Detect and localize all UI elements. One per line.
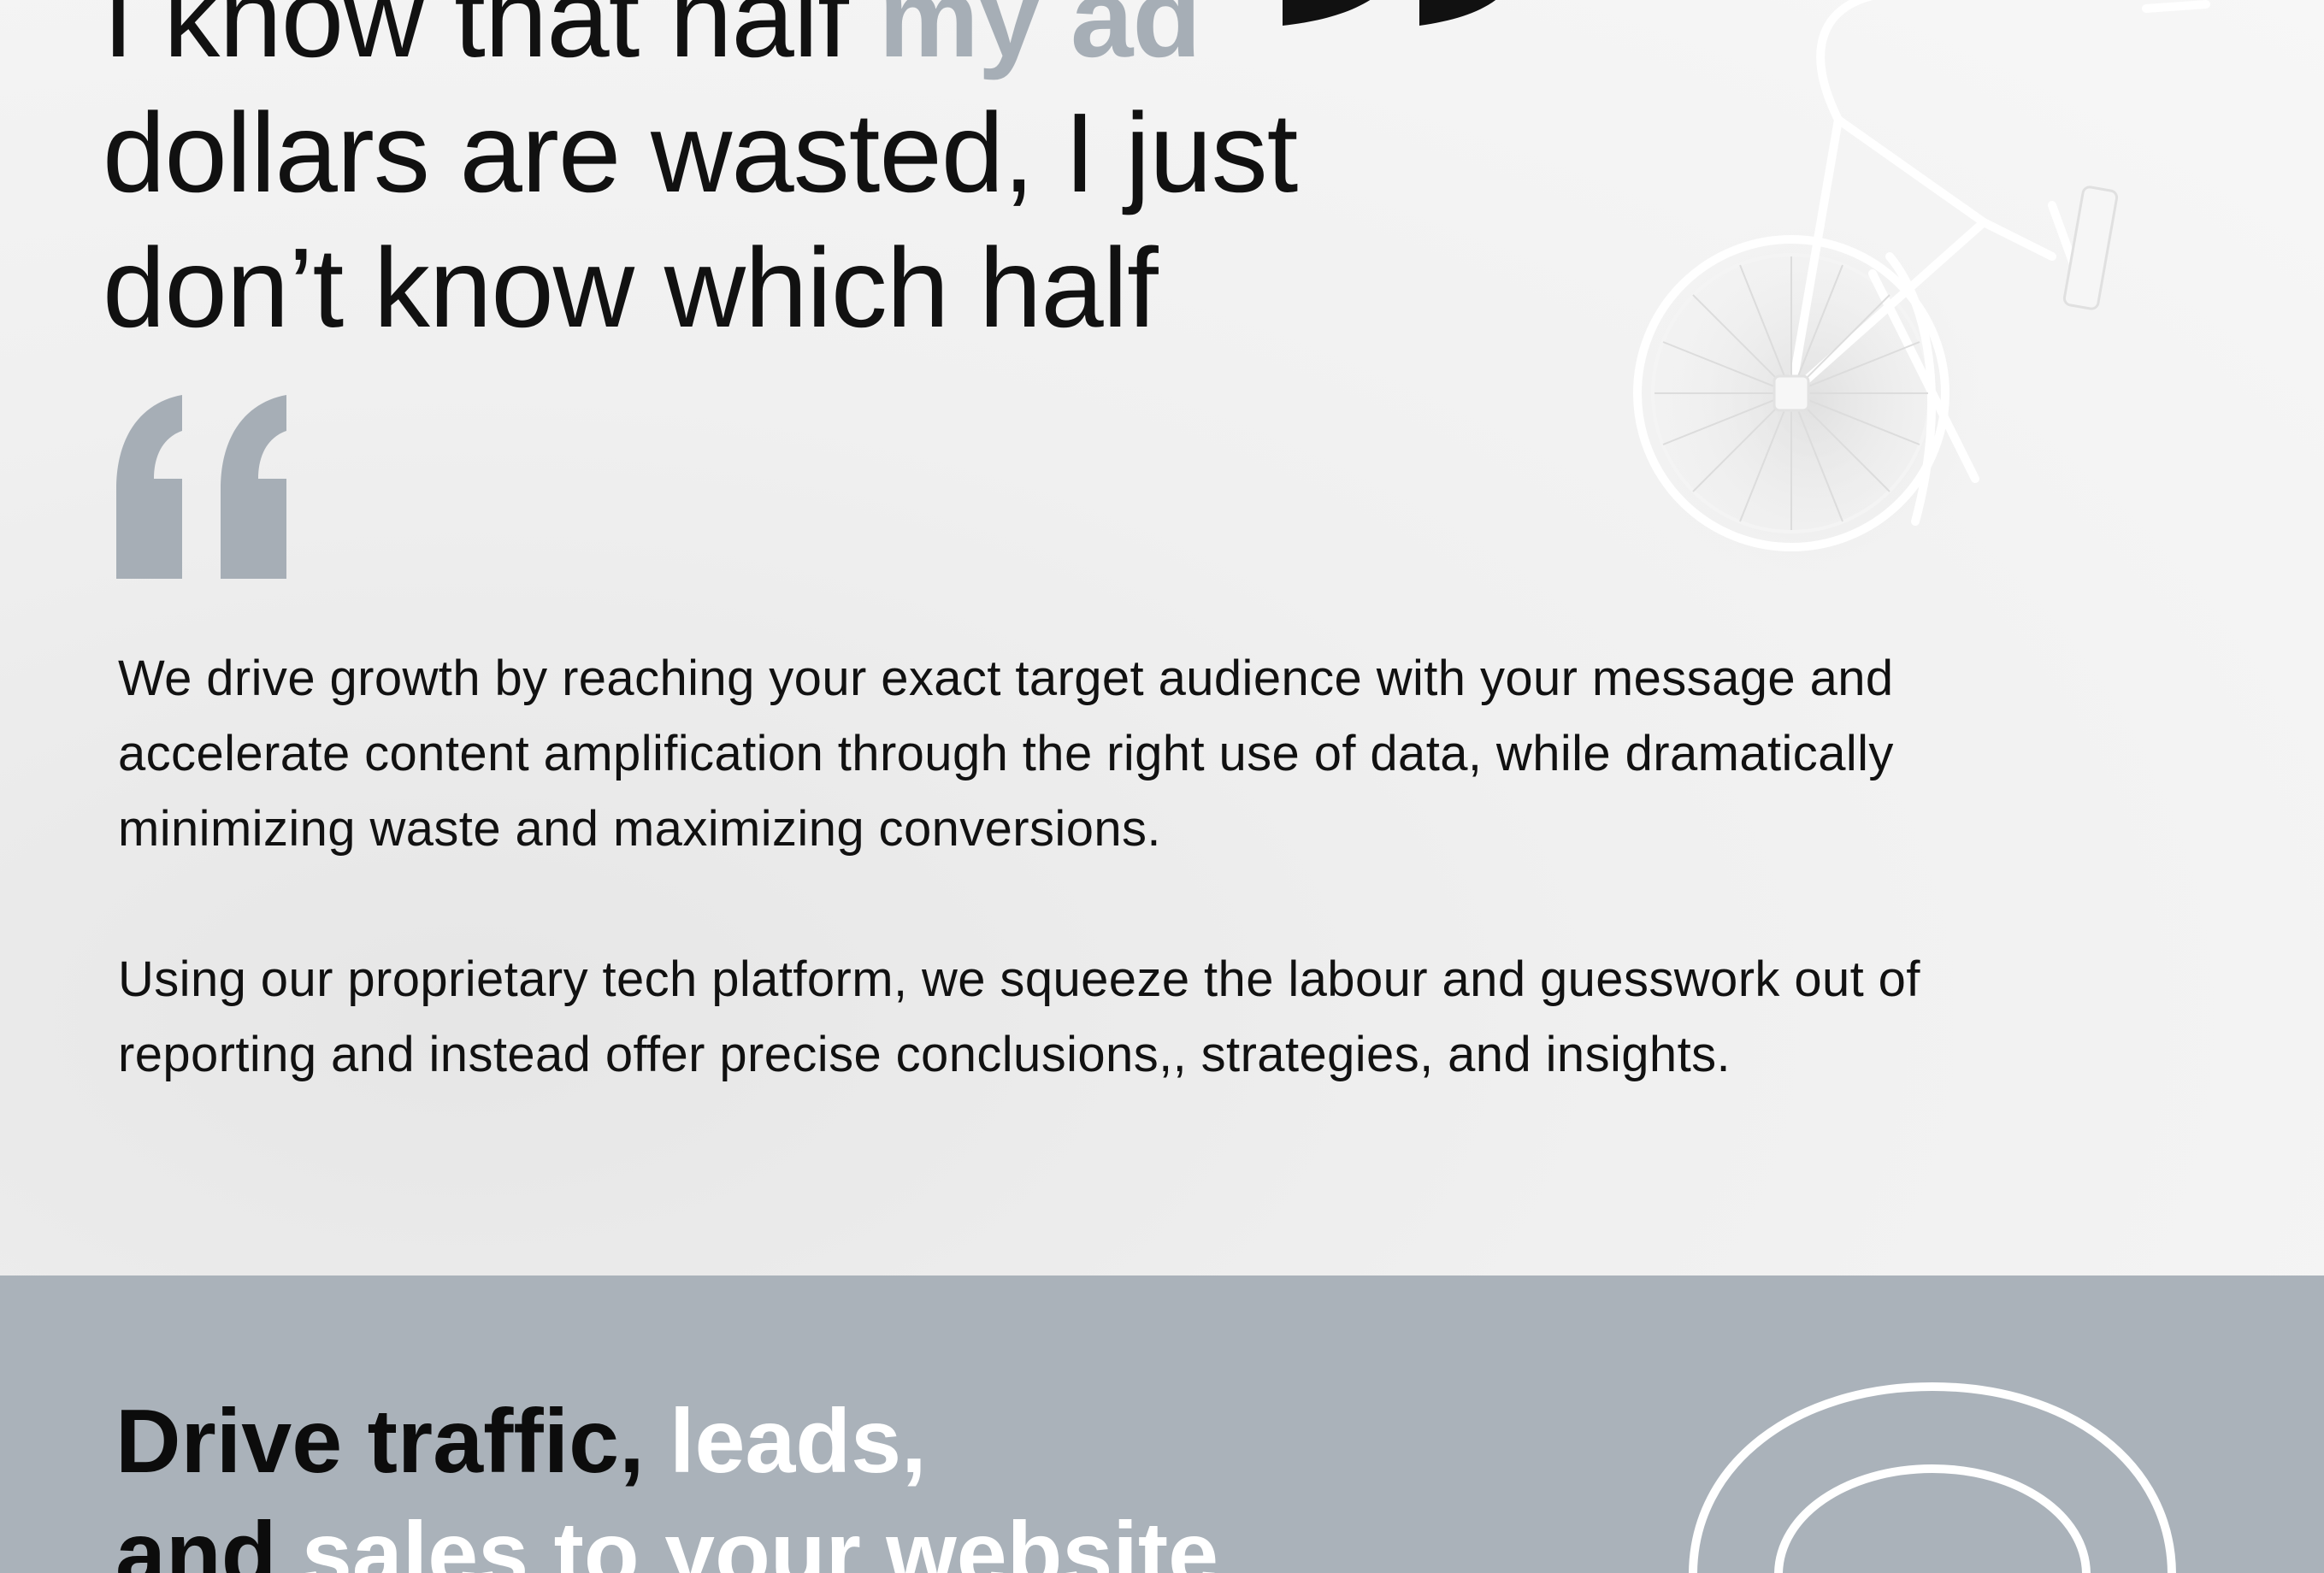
hero-section: I know that half my ad dollars are waste…: [0, 0, 2324, 1275]
cta-line1-dark: Drive traffic,: [115, 1391, 670, 1492]
platform-paragraph: Using our proprietary tech platform, we …: [118, 951, 1920, 1082]
cta-band: Drive traffic, leads, and sales to your …: [0, 1275, 2324, 1573]
concentric-arcs-graphic: [1689, 1382, 2176, 1573]
intro-paragraph: We drive growth by reaching your exact t…: [118, 651, 1894, 857]
headline-quote: I know that half my ad dollars are waste…: [103, 0, 1436, 356]
quote-close-icon: [1283, 0, 1495, 26]
headline-part3: don’t know which half: [103, 225, 1159, 351]
headline-part2: dollars are wasted, I just: [103, 90, 1298, 215]
cta-line1-light: leads,: [669, 1391, 927, 1492]
headline-highlight: my ad: [878, 0, 1201, 80]
quote-open-icon: [116, 395, 286, 579]
cta-line2-dark: and: [115, 1504, 302, 1573]
bicycle-illustration: [1633, 0, 2210, 590]
headline-part1: I know that half: [103, 0, 879, 80]
cta-heading: Drive traffic, leads, and sales to your …: [115, 1385, 1218, 1573]
cta-line2-light: sales to your website: [301, 1504, 1219, 1573]
